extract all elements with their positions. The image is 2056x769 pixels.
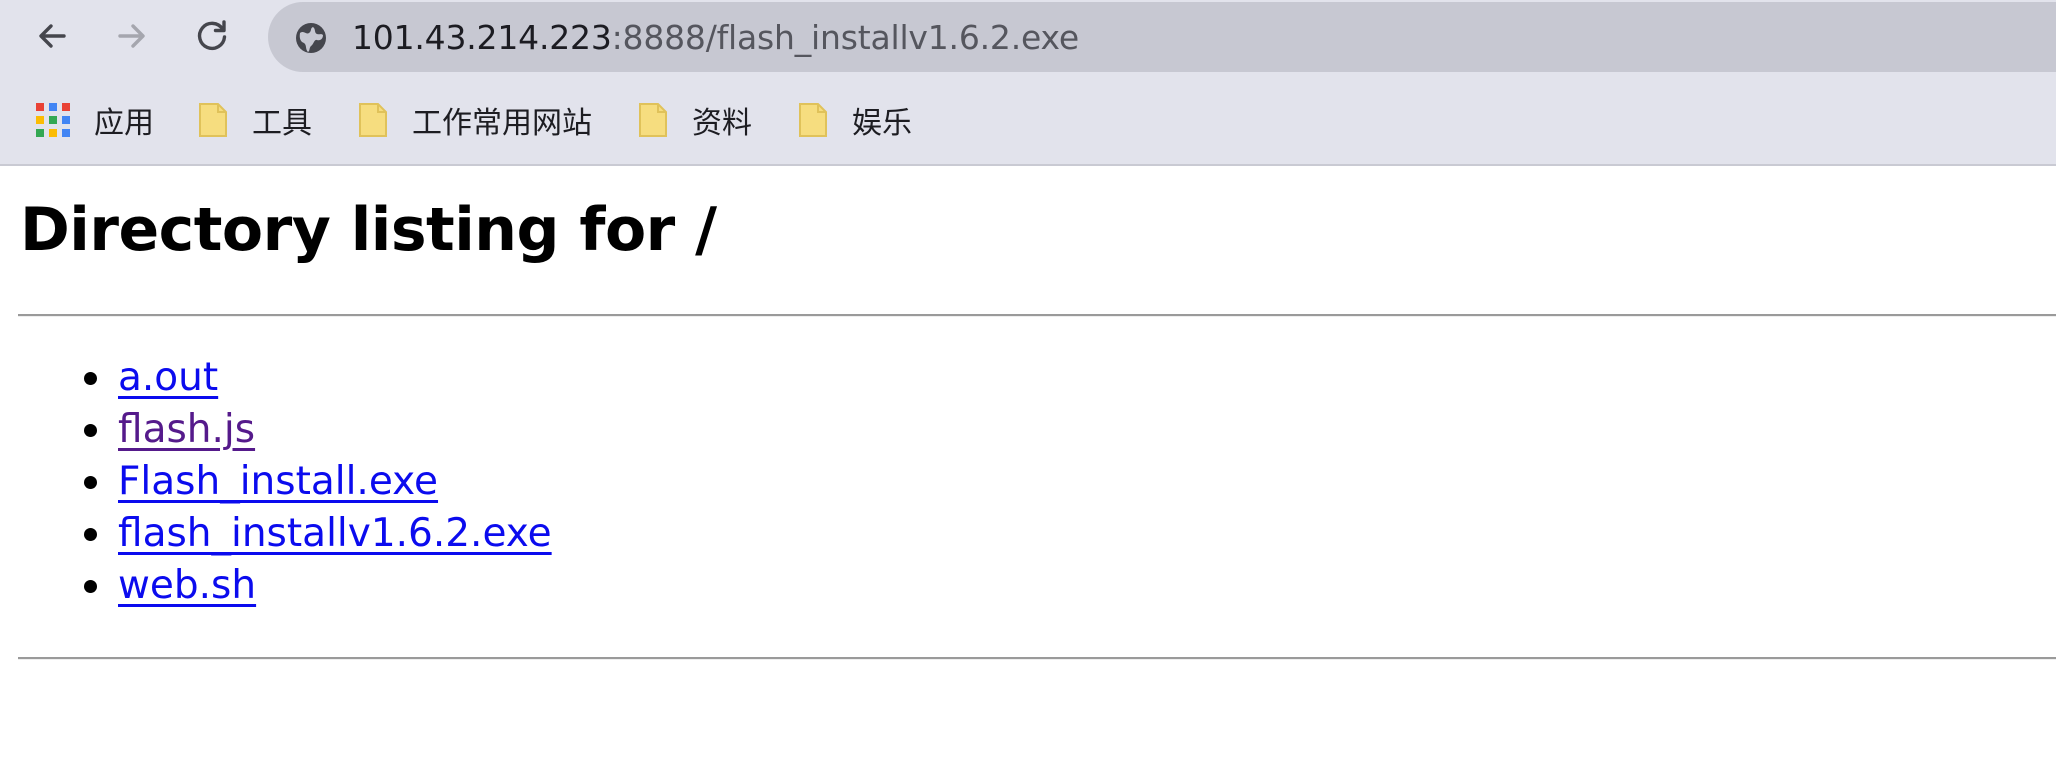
bookmark-folder-entertainment[interactable]: 娱乐	[798, 90, 912, 150]
reload-button[interactable]	[190, 14, 234, 58]
browser-toolbar: 101.43.214.223:8888/flash_installv1.6.2.…	[0, 0, 2056, 166]
bookmark-folder-materials[interactable]: 资料	[638, 90, 752, 150]
bookmark-label: 娱乐	[852, 106, 912, 141]
bullet	[84, 528, 97, 541]
bookmark-label: 资料	[692, 106, 752, 141]
file-link[interactable]: a.out	[118, 352, 218, 404]
bookmark-label: 工具	[252, 106, 312, 141]
folder-icon	[359, 103, 387, 137]
forward-button[interactable]	[110, 14, 154, 58]
page-title: Directory listing for /	[20, 195, 717, 265]
divider	[18, 657, 2056, 660]
address-bar[interactable]: 101.43.214.223:8888/flash_installv1.6.2.…	[268, 2, 2056, 72]
folder-icon	[639, 103, 667, 137]
back-button[interactable]	[30, 14, 74, 58]
folder-icon	[799, 103, 827, 137]
file-link[interactable]: web.sh	[118, 560, 256, 612]
bookmark-apps[interactable]: 应用	[36, 90, 154, 150]
globe-icon[interactable]	[294, 21, 328, 55]
arrow-right-icon	[118, 24, 145, 48]
bullet	[84, 580, 97, 593]
arrow-left-icon	[39, 24, 66, 48]
file-link[interactable]: flash_installv1.6.2.exe	[118, 508, 552, 560]
file-link[interactable]: flash.js	[118, 404, 255, 456]
divider	[18, 314, 2056, 317]
bookmarks-bar: 应用 工具 工作常用网站 资料 娱乐	[0, 90, 2056, 150]
reload-icon	[197, 20, 227, 51]
bookmark-folder-tools[interactable]: 工具	[198, 90, 312, 150]
url-text[interactable]: 101.43.214.223:8888/flash_installv1.6.2.…	[352, 16, 1079, 60]
bullet	[84, 476, 97, 489]
bookmark-label: 应用	[94, 106, 154, 141]
url-host: 101.43.214.223	[352, 18, 612, 57]
page-content: Directory listing for / a.out flash.js F…	[0, 166, 2056, 769]
bookmark-label: 工作常用网站	[412, 106, 592, 141]
bullet	[84, 424, 97, 437]
bookmark-folder-work-sites[interactable]: 工作常用网站	[358, 90, 592, 150]
url-path: :8888/flash_installv1.6.2.exe	[611, 18, 1080, 57]
apps-grid-icon	[36, 103, 70, 137]
file-link[interactable]: Flash_install.exe	[118, 456, 438, 508]
folder-icon	[199, 103, 227, 137]
bullet	[84, 372, 97, 385]
